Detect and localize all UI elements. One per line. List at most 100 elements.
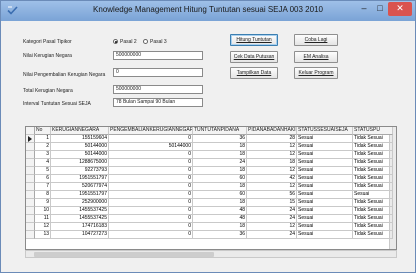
row-selector[interactable] <box>26 223 35 231</box>
cell-col-tuntutan[interactable]: 48 <box>193 207 247 215</box>
cell-col-no[interactable]: 3 <box>35 151 51 159</box>
cell-col-tuntutan[interactable]: 18 <box>193 143 247 151</box>
horizontal-scroll-thumb[interactable] <box>34 252 214 257</box>
cell-col-pengembalian[interactable]: 0 <box>109 199 193 207</box>
cell-col-tuntutan[interactable]: 18 <box>193 183 247 191</box>
cell-col-status-seja[interactable]: Sesuai <box>297 143 353 151</box>
cell-col-kerugian[interactable]: 155159604 <box>51 135 109 143</box>
total-kerugian-input[interactable]: 500000000 <box>113 85 203 94</box>
cell-col-pidana[interactable]: 12 <box>247 223 297 231</box>
cell-col-pidana[interactable]: 15 <box>247 199 297 207</box>
cell-col-kerugian[interactable]: 520677974 <box>51 183 109 191</box>
cell-col-pidana[interactable]: 24 <box>247 231 297 239</box>
cell-col-no[interactable]: 8 <box>35 191 51 199</box>
cell-col-kerugian[interactable]: 104727273 <box>51 231 109 239</box>
cell-col-status-pu[interactable]: Tidak Sesuai <box>353 159 393 167</box>
cell-col-no[interactable]: 6 <box>35 175 51 183</box>
cell-col-kerugian[interactable]: 50144000 <box>51 143 109 151</box>
cell-col-status-pu[interactable]: Tidak Sesuai <box>353 167 393 175</box>
cell-col-pidana[interactable]: 12 <box>247 151 297 159</box>
cell-col-pengembalian[interactable]: 0 <box>109 207 193 215</box>
row-selector[interactable] <box>26 191 35 199</box>
cek-data-putusan-button[interactable]: Cek Data Putusan <box>230 51 278 63</box>
row-selector[interactable] <box>26 183 35 191</box>
cell-col-tuntutan[interactable]: 18 <box>193 199 247 207</box>
cell-col-status-pu[interactable]: Tidak Sesuai <box>353 143 393 151</box>
cell-col-pidana[interactable]: 42 <box>247 175 297 183</box>
radio-pasal3-label[interactable]: Pasal 3 <box>150 39 167 45</box>
cell-col-status-seja[interactable]: Sesuai <box>297 159 353 167</box>
cell-col-tuntutan[interactable]: 18 <box>193 151 247 159</box>
cell-col-status-seja[interactable]: Sesuai <box>297 167 353 175</box>
row-selector[interactable] <box>26 159 35 167</box>
cell-col-pengembalian[interactable]: 0 <box>109 151 193 159</box>
cell-col-no[interactable]: 1 <box>35 135 51 143</box>
row-selector[interactable] <box>26 207 35 215</box>
cell-col-kerugian[interactable]: 1951551797 <box>51 175 109 183</box>
cell-col-status-pu[interactable]: Tidak Sesuai <box>353 175 393 183</box>
data-grid[interactable]: No KERUGIANNEGARA PENGEMBALIANKERUGIANNEGA… <box>25 126 397 250</box>
cell-col-kerugian[interactable]: 50144000 <box>51 151 109 159</box>
cell-col-kerugian[interactable]: 174716183 <box>51 223 109 231</box>
row-selector[interactable] <box>26 151 35 159</box>
cell-col-kerugian[interactable]: 1951551797 <box>51 191 109 199</box>
nilai-kerugian-input[interactable]: 500000000 <box>113 51 203 60</box>
keluar-program-button[interactable]: Keluar Program <box>294 67 338 79</box>
cell-col-status-seja[interactable]: Sesuai <box>297 135 353 143</box>
cell-col-kerugian[interactable]: 1455537425 <box>51 215 109 223</box>
row-selector[interactable] <box>26 143 35 151</box>
radio-pasal2-label[interactable]: Pasal 2 <box>120 39 137 45</box>
row-selector[interactable] <box>26 135 35 143</box>
column-header-col-pengembalian[interactable]: PENGEMBALIANKERUGIANNEGARA <box>109 127 193 135</box>
cell-col-tuntutan[interactable]: 24 <box>193 159 247 167</box>
row-selector[interactable] <box>26 215 35 223</box>
cell-col-pidana[interactable]: 12 <box>247 167 297 175</box>
cell-col-tuntutan[interactable]: 36 <box>193 135 247 143</box>
cell-col-tuntutan[interactable]: 18 <box>193 223 247 231</box>
cell-col-status-pu[interactable]: Tidak Sesuai <box>353 135 393 143</box>
cell-col-pengembalian[interactable]: 50144000 <box>109 143 193 151</box>
cell-col-pidana[interactable]: 24 <box>247 207 297 215</box>
cell-col-status-pu[interactable]: Tidak Sesuai <box>353 183 393 191</box>
cell-col-pengembalian[interactable]: 0 <box>109 167 193 175</box>
cell-col-no[interactable]: 13 <box>35 231 51 239</box>
cell-col-pidana[interactable]: 56 <box>247 191 297 199</box>
cell-col-status-pu[interactable]: Tidak Sesuai <box>353 215 393 223</box>
column-header-col-kerugian[interactable]: KERUGIANNEGARA <box>51 127 109 135</box>
row-selector[interactable] <box>26 175 35 183</box>
cell-col-pengembalian[interactable]: 0 <box>109 223 193 231</box>
tampilkan-data-button[interactable]: Tampilkan Data <box>230 67 278 79</box>
cell-col-pengembalian[interactable]: 0 <box>109 175 193 183</box>
horizontal-scrollbar[interactable] <box>25 250 397 258</box>
cell-col-pengembalian[interactable]: 0 <box>109 159 193 167</box>
cell-col-no[interactable]: 10 <box>35 207 51 215</box>
cell-col-pidana[interactable]: 18 <box>247 159 297 167</box>
minimize-button[interactable]: – <box>356 2 372 16</box>
cell-col-status-seja[interactable]: Sesuai <box>297 151 353 159</box>
cell-col-status-seja[interactable]: Sesuai <box>297 215 353 223</box>
cell-col-pidana[interactable]: 28 <box>247 135 297 143</box>
cell-col-tuntutan[interactable]: 48 <box>193 215 247 223</box>
cell-col-no[interactable]: 12 <box>35 223 51 231</box>
cell-col-pengembalian[interactable]: 0 <box>109 231 193 239</box>
column-header-col-no[interactable]: No <box>35 127 51 135</box>
radio-pasal3[interactable] <box>143 39 148 44</box>
cell-col-tuntutan[interactable]: 36 <box>193 231 247 239</box>
cell-col-no[interactable]: 2 <box>35 143 51 151</box>
cell-col-no[interactable]: 9 <box>35 199 51 207</box>
close-button[interactable]: ✕ <box>388 2 412 16</box>
cell-col-status-seja[interactable]: Sesuai <box>297 183 353 191</box>
cell-col-kerugian[interactable]: 252900000 <box>51 199 109 207</box>
row-selector[interactable] <box>26 199 35 207</box>
cell-col-pidana[interactable]: 12 <box>247 183 297 191</box>
column-header-col-status-pu[interactable]: STATUSPU <box>353 127 393 135</box>
cell-col-status-pu[interactable]: Tidak Sesuai <box>353 207 393 215</box>
cell-col-no[interactable]: 5 <box>35 167 51 175</box>
cell-col-pengembalian[interactable]: 0 <box>109 183 193 191</box>
title-bar[interactable]: Knowledge Management Hitung Tuntutan ses… <box>1 1 415 21</box>
cell-col-kerugian[interactable]: 1288675000 <box>51 159 109 167</box>
cell-col-status-pu[interactable]: Sesuai <box>353 191 393 199</box>
column-header-col-tuntutan[interactable]: TUNTUTANPIDANA <box>193 127 247 135</box>
column-header-col-pidana[interactable]: PIDANABADANHAKIM <box>247 127 297 135</box>
cell-col-status-pu[interactable]: Tidak Sesuai <box>353 151 393 159</box>
